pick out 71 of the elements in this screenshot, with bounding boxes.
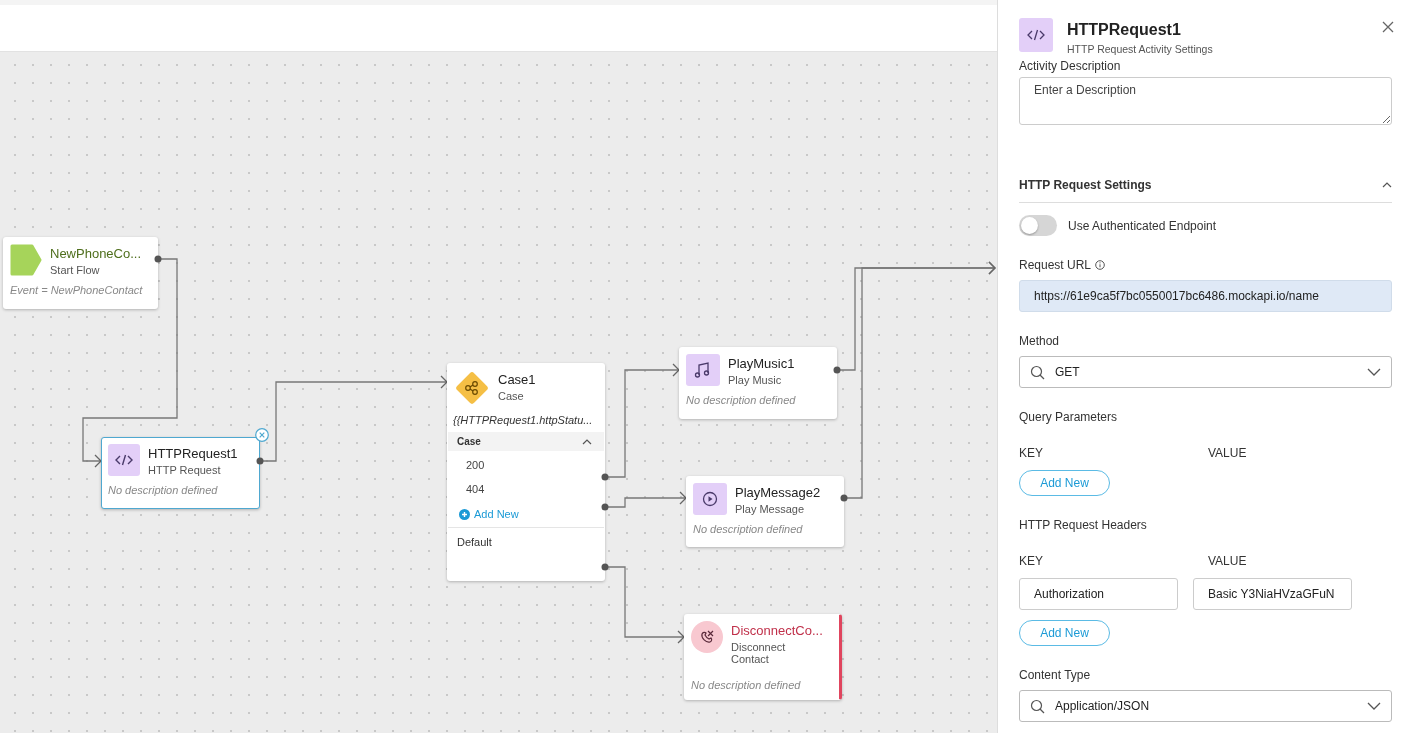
info-icon [1095,260,1106,270]
column-heading: KEY [1019,446,1044,460]
node-title: HTTPRequest1 [148,446,238,461]
node-title: DisconnectCo... [731,623,823,638]
port-dot[interactable] [840,494,848,502]
field-label: Content Type [1019,668,1091,682]
section-label: Case [457,436,481,447]
node-type: Case [498,390,524,402]
case-expression: {{HTTPRequest1.httpStatu... [452,413,594,428]
panel-subtitle: HTTP Request Activity Settings [1067,43,1213,55]
node-type: Start Flow [50,264,100,276]
field-label: Query Parameters [1019,410,1118,424]
plus-icon [459,508,470,520]
toggle-switch[interactable] [1019,215,1057,236]
field-label: Request URL [1019,258,1092,272]
chevron-down-icon [1367,702,1381,710]
flow-node[interactable]: HTTPRequest1 HTTP Request No description defined [101,437,260,509]
node-title: Case1 [498,372,536,387]
port-dot[interactable] [833,366,841,374]
node-description: No description defined [685,393,797,406]
url-field[interactable]: https://61e9ca5f7bc0550017bc6486.mockapi.io/name [1019,280,1392,312]
node-description: No description defined [692,522,804,535]
port-dot[interactable] [256,457,264,465]
code-icon [108,444,140,476]
column-heading: VALUE [1208,446,1247,460]
column-heading: KEY [1019,554,1044,568]
flow-node[interactable]: PlayMessage2 Play Message No description defined [686,476,844,547]
flow-node[interactable]: NewPhoneCo... Start Flow Event = NewPhoneContact [3,237,158,309]
case-value: 200 [465,458,486,473]
flow-node[interactable]: Case1 Case {{HTTPRequest1.httpStatu... Case 200 404 Add New Default [447,363,605,581]
node-type: HTTP Request [148,464,221,476]
chevron-up-icon[interactable] [1382,181,1392,189]
node-type: Play Music [728,374,782,386]
field-label: Activity Description [1019,59,1121,73]
key-field[interactable]: Authorization [1019,578,1178,610]
content-type-dropdown[interactable]: Application/JSON [1019,690,1392,722]
value-field[interactable]: Basic Y3NiaHVzaGFuN [1193,578,1352,610]
node-description: No description defined [690,678,802,691]
phone-icon [691,621,723,653]
start-flag-icon [10,244,42,276]
node-description: Event = NewPhoneContact [9,283,144,296]
port-dot[interactable] [601,503,609,511]
node-title: PlayMusic1 [728,356,795,371]
field-label: Method [1019,334,1060,348]
column-heading: VALUE [1208,554,1247,568]
node-title: PlayMessage2 [735,485,821,500]
flow-node[interactable]: DisconnectCo... Disconnect Contact No description defined [684,614,842,700]
node-title: NewPhoneCo... [50,246,142,261]
close-icon[interactable] [1382,21,1394,33]
node-description: No description defined [107,483,219,496]
flow-node[interactable]: PlayMusic1 Play Music No description defined [679,347,837,419]
music-note-icon [686,354,720,386]
field-label: HTTP Request Headers [1019,518,1147,532]
node-type: Disconnect Contact [731,641,787,665]
port-dot[interactable] [601,473,609,481]
method-dropdown[interactable]: GET [1019,356,1392,388]
chevron-down-icon [1367,368,1381,376]
case-value: 404 [465,482,486,497]
default-case: Default [448,527,604,556]
code-icon [1019,18,1053,52]
close-icon[interactable] [255,428,269,442]
toggle-label: Use Authenticated Endpoint [1068,218,1217,233]
chevron-up-icon[interactable] [582,437,592,446]
search-icon [1030,364,1045,380]
port-dot[interactable] [601,563,609,571]
node-type: Play Message [735,503,805,515]
port-dot[interactable] [154,255,162,263]
search-icon [1030,698,1045,714]
panel-title: HTTPRequest1 [1067,21,1181,39]
description-field[interactable]: Enter a Description [1019,77,1392,125]
section-title: HTTP Request Settings [1019,178,1152,192]
